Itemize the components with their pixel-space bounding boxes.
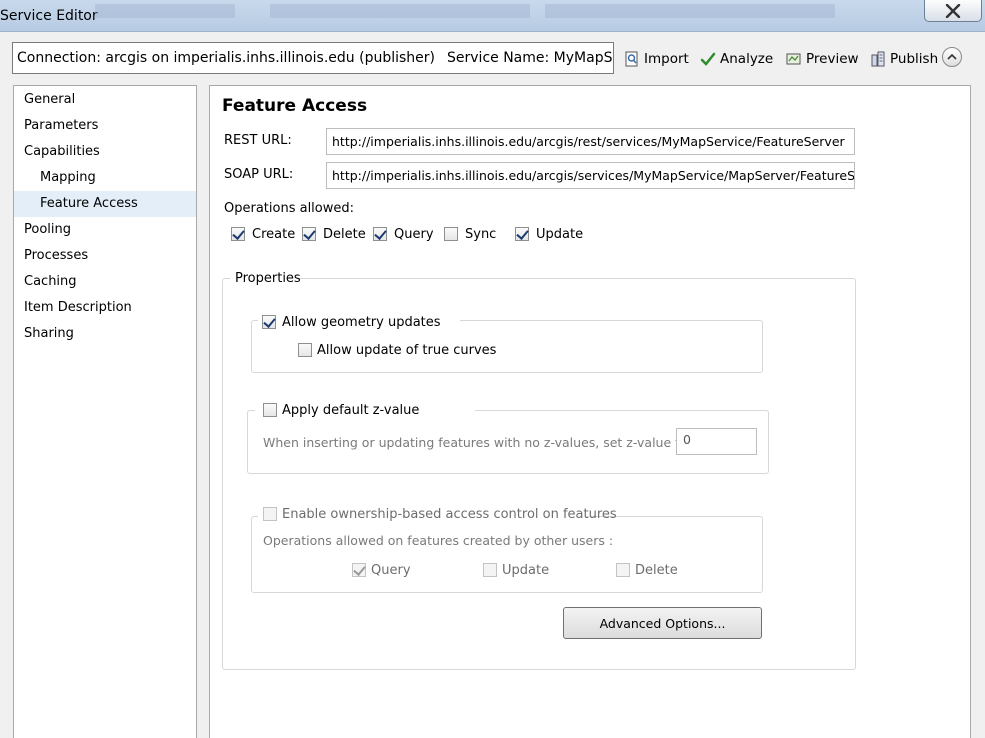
publish-icon	[871, 51, 885, 67]
close-icon	[945, 3, 961, 18]
other-users-label: Operations allowed on features created b…	[263, 533, 614, 548]
sidebar-item-sharing[interactable]: Sharing	[14, 321, 196, 347]
z-value-help-text: When inserting or updating features with…	[263, 435, 692, 450]
sidebar-item-processes[interactable]: Processes	[14, 243, 196, 269]
sidebar-item-capabilities[interactable]: Capabilities	[14, 139, 196, 165]
other-users-update-label: Update	[502, 563, 550, 578]
allow-true-curves-checkbox[interactable]	[298, 343, 312, 357]
other-users-query-label: Query	[371, 563, 411, 578]
connection-info: Connection: arcgis on imperialis.inhs.il…	[12, 42, 614, 74]
analyze-label: Analyze	[720, 51, 774, 67]
query-label: Query	[394, 227, 434, 242]
create-label: Create	[252, 227, 296, 242]
soap-url-label: SOAP URL:	[224, 167, 294, 182]
publish-label: Publish	[890, 51, 939, 67]
import-icon	[625, 51, 638, 67]
advanced-options-button[interactable]: Advanced Options...	[563, 607, 762, 639]
sidebar-nav: General Parameters Capabilities Mapping …	[13, 85, 197, 738]
soap-url-field[interactable]: http://imperialis.inhs.illinois.edu/arcg…	[326, 162, 855, 189]
sidebar-item-parameters[interactable]: Parameters	[14, 113, 196, 139]
rest-url-field[interactable]: http://imperialis.inhs.illinois.edu/arcg…	[326, 128, 855, 155]
publish-button[interactable]: Publish	[870, 48, 938, 70]
import-button[interactable]: Import	[624, 48, 689, 70]
properties-label: Properties	[235, 271, 301, 286]
background-toolbar	[95, 4, 235, 18]
allow-geometry-updates-label: Allow geometry updates	[282, 315, 441, 330]
sidebar-item-caching[interactable]: Caching	[14, 269, 196, 295]
background-toolbar	[270, 4, 530, 18]
other-users-update-checkbox[interactable]	[483, 563, 497, 577]
title-bar: Service Editor	[0, 0, 985, 32]
sidebar-item-pooling[interactable]: Pooling	[14, 217, 196, 243]
collapse-button[interactable]	[942, 47, 962, 67]
sync-checkbox[interactable]	[444, 227, 458, 241]
preview-label: Preview	[806, 51, 859, 67]
sidebar-item-feature-access[interactable]: Feature Access	[14, 191, 196, 217]
sync-label: Sync	[465, 227, 497, 242]
other-users-delete-checkbox[interactable]	[616, 563, 630, 577]
query-checkbox[interactable]	[373, 227, 387, 241]
preview-icon	[786, 53, 801, 65]
analyze-button[interactable]: Analyze	[700, 48, 773, 70]
window-title: Service Editor	[0, 8, 98, 24]
allow-true-curves-label: Allow update of true curves	[317, 343, 497, 358]
ownership-checkbox[interactable]	[263, 507, 277, 521]
delete-label: Delete	[323, 227, 366, 242]
checkmark-icon	[700, 52, 716, 66]
chevron-up-icon	[947, 53, 957, 60]
connection-text: Connection: arcgis on imperialis.inhs.il…	[17, 50, 436, 66]
preview-button[interactable]: Preview	[786, 48, 859, 70]
update-checkbox[interactable]	[515, 227, 529, 241]
sidebar-item-item-description[interactable]: Item Description	[14, 295, 196, 321]
sidebar-item-mapping[interactable]: Mapping	[14, 165, 196, 191]
allow-geometry-updates-checkbox[interactable]	[262, 315, 276, 329]
other-users-query-checkbox[interactable]	[352, 563, 366, 577]
apply-default-z-label: Apply default z-value	[282, 403, 420, 418]
update-label: Update	[536, 227, 584, 242]
operations-allowed-label: Operations allowed:	[224, 201, 355, 216]
background-toolbar	[545, 4, 835, 18]
rest-url-label: REST URL:	[224, 133, 292, 148]
delete-checkbox[interactable]	[302, 227, 316, 241]
service-name-text: Service Name: MyMapService	[447, 50, 613, 66]
create-checkbox[interactable]	[231, 227, 245, 241]
ownership-label: Enable ownership-based access control on…	[282, 507, 617, 522]
z-value-input[interactable]: 0	[676, 428, 757, 455]
other-users-delete-label: Delete	[635, 563, 678, 578]
ownership-group	[251, 516, 763, 593]
sidebar-item-general[interactable]: General	[14, 87, 196, 113]
import-label: Import	[644, 51, 689, 67]
page-title: Feature Access	[222, 96, 368, 116]
close-button[interactable]	[924, 0, 982, 22]
apply-default-z-checkbox[interactable]	[263, 403, 277, 417]
